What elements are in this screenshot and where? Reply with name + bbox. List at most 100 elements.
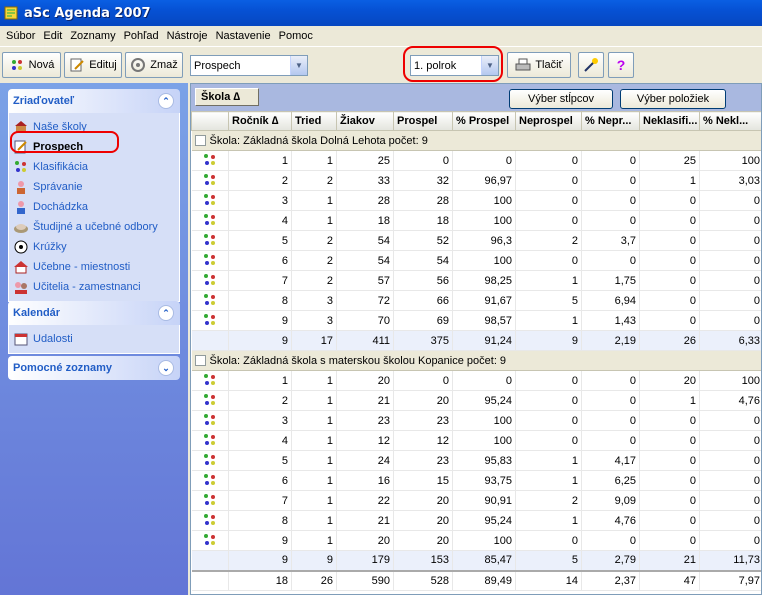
- row-selector[interactable]: [191, 390, 229, 411]
- column-header[interactable]: Ročník ∆: [228, 111, 292, 131]
- column-header[interactable]: % Nepr...: [581, 111, 640, 131]
- table-cell: 0: [581, 430, 640, 451]
- header-selector[interactable]: [191, 111, 229, 131]
- table-row[interactable]: 1 1 25 0 0 0 0 25 100: [191, 150, 761, 171]
- menu-nastavenie[interactable]: Nastavenie: [212, 30, 275, 42]
- table-row[interactable]: 1 1 20 0 0 0 0 20 100: [191, 370, 761, 391]
- row-selector[interactable]: [191, 470, 229, 491]
- row-selector[interactable]: [191, 330, 229, 351]
- row-selector[interactable]: [191, 190, 229, 211]
- table-cell: 6: [228, 470, 292, 491]
- sidebar-item[interactable]: Udalosti: [13, 329, 179, 349]
- table-cell: 1: [291, 410, 337, 431]
- row-selector[interactable]: [191, 450, 229, 471]
- column-header[interactable]: Prospel: [393, 111, 453, 131]
- table-row[interactable]: 7 1 22 20 90,91 2 9,09 0 0: [191, 490, 761, 511]
- table-cell: 23: [393, 410, 453, 431]
- group-chip[interactable]: Škola ∆: [195, 88, 259, 106]
- table-row[interactable]: 3 1 28 28 100 0 0 0 0: [191, 190, 761, 211]
- row-selector[interactable]: [191, 170, 229, 191]
- table-row[interactable]: 2 1 21 20 95,24 0 0 1 4,76: [191, 390, 761, 411]
- table-cell: 70: [336, 310, 394, 331]
- chevron-up-icon[interactable]: ⌃: [158, 93, 174, 109]
- column-header[interactable]: % Prospel: [452, 111, 516, 131]
- table-cell: 9: [291, 550, 337, 571]
- table-row[interactable]: 2 2 33 32 96,97 0 0 1 3,03: [191, 170, 761, 191]
- chevron-down-icon[interactable]: ▼: [290, 56, 307, 75]
- table-row[interactable]: 8 3 72 66 91,67 5 6,94 0 0: [191, 290, 761, 311]
- group-expand-box[interactable]: [194, 355, 206, 367]
- sidebar-item-label: Správanie: [33, 181, 83, 193]
- group-expand-box[interactable]: [194, 135, 206, 147]
- new-button[interactable]: Nová: [2, 52, 61, 78]
- menu-nastroje[interactable]: Nástroje: [163, 30, 212, 42]
- menu-pomoc[interactable]: Pomoc: [275, 30, 317, 42]
- row-selector[interactable]: [191, 370, 229, 391]
- table-cell: 14: [515, 569, 582, 591]
- table-row[interactable]: 9 3 70 69 98,57 1 1,43 0 0: [191, 310, 761, 331]
- table-cell: 0: [699, 510, 761, 531]
- table-row[interactable]: 6 2 54 54 100 0 0 0 0: [191, 250, 761, 271]
- row-selector[interactable]: [191, 150, 229, 171]
- panel-header[interactable]: Kalendár ⌃: [8, 301, 180, 325]
- edit-button[interactable]: Edituj: [64, 52, 122, 78]
- table-row[interactable]: 4 1 18 18 100 0 0 0 0: [191, 210, 761, 231]
- panel-header[interactable]: Zriaďovateľ ⌃: [8, 89, 180, 113]
- group-header[interactable]: Škola: Základná škola Dolná Lehota počet…: [191, 130, 761, 151]
- sidebar-item[interactable]: Krúžky: [13, 237, 179, 257]
- row-selector[interactable]: [191, 490, 229, 511]
- row-selector[interactable]: [191, 569, 229, 591]
- row-selector[interactable]: [191, 410, 229, 431]
- items-button[interactable]: Výber položiek: [620, 89, 726, 109]
- sidebar-item[interactable]: Dochádzka: [13, 197, 179, 217]
- view-select[interactable]: Prospech ▼: [190, 55, 308, 76]
- row-selector[interactable]: [191, 250, 229, 271]
- delete-button[interactable]: Zmaž: [125, 52, 183, 78]
- group-header[interactable]: Škola: Základná škola s materskou školou…: [191, 350, 761, 371]
- menu-edit[interactable]: Edit: [39, 30, 66, 42]
- row-selector[interactable]: [191, 270, 229, 291]
- row-selector[interactable]: [191, 210, 229, 231]
- help-button[interactable]: ?: [608, 52, 634, 78]
- table-row[interactable]: 8 1 21 20 95,24 1 4,76 0 0: [191, 510, 761, 531]
- table-row[interactable]: 3 1 23 23 100 0 0 0 0: [191, 410, 761, 431]
- summary-row[interactable]: 9 17 411 375 91,24 9 2,19 26 6,33: [191, 330, 761, 351]
- panel-header[interactable]: Pomocné zoznamy ⌄: [8, 356, 180, 380]
- row-selector[interactable]: [191, 290, 229, 311]
- row-selector[interactable]: [191, 430, 229, 451]
- table-row[interactable]: 9 1 20 20 100 0 0 0 0: [191, 530, 761, 551]
- chevron-down-icon[interactable]: ⌄: [158, 360, 174, 376]
- columns-button[interactable]: Výber stĺpcov: [509, 89, 613, 109]
- row-selector[interactable]: [191, 510, 229, 531]
- sidebar-item[interactable]: Klasifikácia: [13, 157, 179, 177]
- table-row[interactable]: 7 2 57 56 98,25 1 1,75 0 0: [191, 270, 761, 291]
- row-selector[interactable]: [191, 310, 229, 331]
- sidebar-item[interactable]: Učebne - miestnosti: [13, 257, 179, 277]
- table-row[interactable]: 4 1 12 12 100 0 0 0 0: [191, 430, 761, 451]
- table-row[interactable]: 5 1 24 23 95,83 1 4,17 0 0: [191, 450, 761, 471]
- grand-total-row[interactable]: 18 26 590 528 89,49 14 2,37 47 7,97: [191, 569, 761, 591]
- sidebar-item[interactable]: Študijné a učebné odbory: [13, 217, 179, 237]
- menu-pohlad[interactable]: Pohľad: [120, 30, 163, 42]
- row-selector[interactable]: [191, 530, 229, 551]
- column-header[interactable]: Žiakov: [336, 111, 394, 131]
- print-button[interactable]: Tlačiť: [507, 52, 571, 78]
- column-header[interactable]: % Nekl...: [699, 111, 761, 131]
- chevron-up-icon[interactable]: ⌃: [158, 305, 174, 321]
- menu-zoznamy[interactable]: Zoznamy: [66, 30, 119, 42]
- group-row[interactable]: Škola: Základná škola s materskou školou…: [191, 350, 761, 371]
- table-row[interactable]: 6 1 16 15 93,75 1 6,25 0 0: [191, 470, 761, 491]
- table-row[interactable]: 5 2 54 52 96,3 2 3,7 0 0: [191, 230, 761, 251]
- summary-row[interactable]: 9 9 179 153 85,47 5 2,79 21 11,73: [191, 550, 761, 571]
- sidebar-item[interactable]: Správanie: [13, 177, 179, 197]
- column-header[interactable]: Tried: [291, 111, 337, 131]
- room-icon: [13, 259, 29, 275]
- row-selector[interactable]: [191, 550, 229, 571]
- menu-subor[interactable]: Súbor: [2, 30, 39, 42]
- group-row[interactable]: Škola: Základná škola Dolná Lehota počet…: [191, 130, 761, 151]
- column-header[interactable]: Neprospel: [515, 111, 582, 131]
- column-header[interactable]: Neklasifi...: [639, 111, 700, 131]
- tool-button[interactable]: [578, 52, 604, 78]
- sidebar-item[interactable]: Učitelia - zamestnanci: [13, 277, 179, 297]
- row-selector[interactable]: [191, 230, 229, 251]
